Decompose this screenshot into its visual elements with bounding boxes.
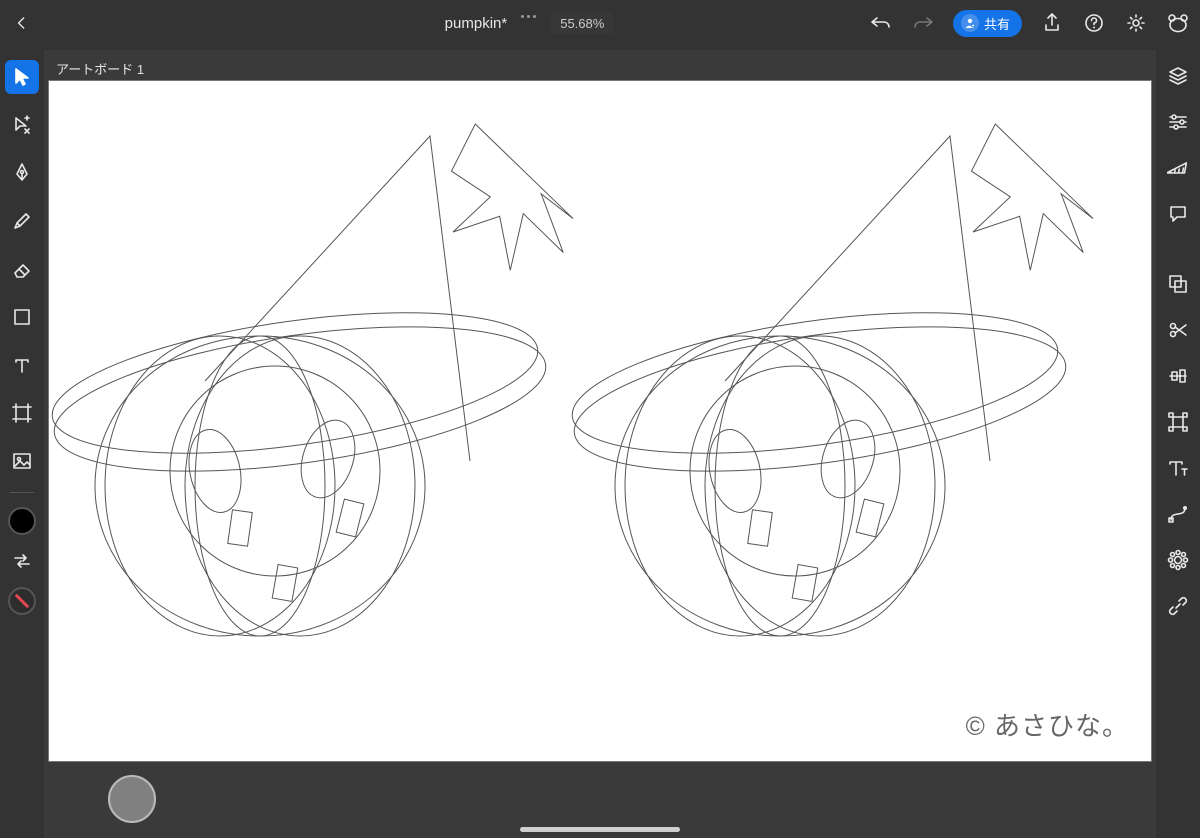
export-icon[interactable] xyxy=(1040,11,1064,35)
settings-icon[interactable] xyxy=(1124,11,1148,35)
bear-icon[interactable] xyxy=(1166,11,1190,35)
align-icon[interactable] xyxy=(1164,362,1192,390)
type-tool[interactable] xyxy=(5,348,39,382)
fill-color-swatch[interactable] xyxy=(8,507,36,535)
eraser-tool[interactable] xyxy=(5,252,39,286)
copyright-text: © あさひな。 xyxy=(966,706,1129,743)
redo-icon xyxy=(911,11,935,35)
pen-tool[interactable] xyxy=(5,156,39,190)
artboard-label[interactable]: アートボード 1 xyxy=(56,59,144,78)
zoom-level[interactable]: 55.68% xyxy=(550,13,614,34)
swap-fill-stroke-icon[interactable] xyxy=(10,549,34,573)
document-menu-icon[interactable] xyxy=(521,15,536,18)
right-toolbar xyxy=(1156,50,1200,620)
top-bar: pumpkin* 55.68% 共有 xyxy=(0,0,1200,46)
selection-tool[interactable] xyxy=(5,60,39,94)
appearance-icon[interactable] xyxy=(1164,546,1192,574)
link-icon[interactable] xyxy=(1164,592,1192,620)
pencil-tool[interactable] xyxy=(5,204,39,238)
properties-panel-icon[interactable] xyxy=(1164,108,1192,136)
scissors-icon[interactable] xyxy=(1164,316,1192,344)
back-button[interactable] xyxy=(10,11,34,35)
stroke-color-swatch[interactable] xyxy=(8,587,36,615)
recent-color-chip[interactable] xyxy=(108,775,156,823)
place-image-tool[interactable] xyxy=(5,444,39,478)
share-button[interactable]: 共有 xyxy=(953,10,1022,37)
canvas-stage[interactable]: アートボード 1 xyxy=(44,50,1156,838)
object-transform-icon[interactable] xyxy=(1164,408,1192,436)
document-title[interactable]: pumpkin* xyxy=(445,15,508,32)
direct-selection-tool[interactable] xyxy=(5,108,39,142)
layers-panel-icon[interactable] xyxy=(1164,62,1192,90)
artwork xyxy=(49,81,1151,761)
share-button-label: 共有 xyxy=(984,14,1010,33)
artboard-tool[interactable] xyxy=(5,396,39,430)
home-indicator xyxy=(520,827,680,832)
toolbar-divider xyxy=(10,492,34,493)
path-panel-icon[interactable] xyxy=(1164,500,1192,528)
share-user-icon xyxy=(961,14,979,32)
undo-icon[interactable] xyxy=(869,11,893,35)
shape-tool[interactable] xyxy=(5,300,39,334)
help-icon[interactable] xyxy=(1082,11,1106,35)
comments-panel-icon[interactable] xyxy=(1164,200,1192,228)
left-toolbar xyxy=(0,50,44,615)
precision-panel-icon[interactable] xyxy=(1164,154,1192,182)
artboard[interactable]: © あさひな。 xyxy=(48,80,1152,762)
type-panel-icon[interactable] xyxy=(1164,454,1192,482)
combine-shapes-icon[interactable] xyxy=(1164,270,1192,298)
